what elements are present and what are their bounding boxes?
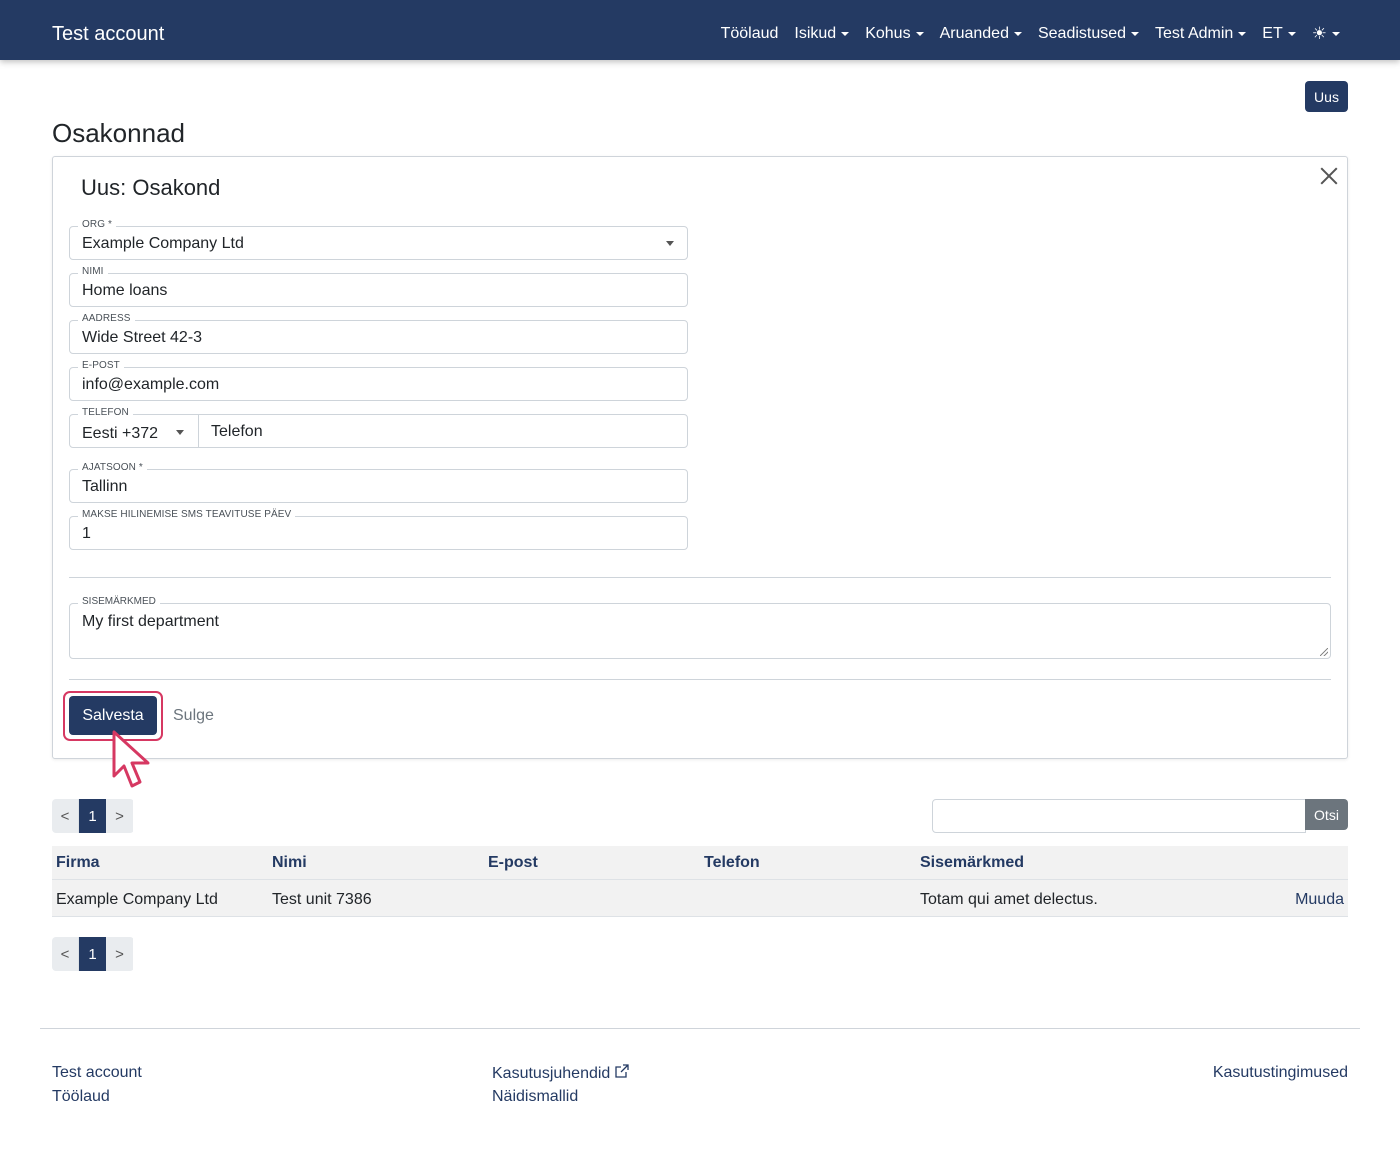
caret-down-icon <box>176 430 184 435</box>
address-field[interactable]: AADRESS Wide Street 42-3 <box>69 313 688 354</box>
notes-label: SISEMÄRKMED <box>78 596 160 608</box>
timezone-value: Tallinn <box>82 478 128 495</box>
footer-link-terms[interactable]: Kasutustingimused <box>1213 1063 1348 1083</box>
column-header-epost[interactable]: E-post <box>488 854 538 872</box>
pagination-bottom: < 1 > <box>52 937 134 971</box>
page-1-button[interactable]: 1 <box>79 799 106 833</box>
cell-firma: Example Company Ltd <box>56 891 218 908</box>
pagination-top: < 1 > <box>52 799 134 833</box>
table-row: Example Company Ltd Test unit 7386 Totam… <box>52 880 1348 917</box>
main-nav: Töölaud Isikud Kohus Aruanded Seadistuse… <box>721 24 1340 44</box>
email-field[interactable]: E-POST info@example.com <box>69 360 688 401</box>
sms-day-field[interactable]: MAKSE HILINEMISE SMS TEAVITUSE PÄEV 1 <box>69 509 688 550</box>
footer-link-manuals[interactable]: Kasutusjuhendid <box>492 1063 630 1084</box>
nav-item-theme[interactable]: ☀ <box>1312 25 1340 43</box>
edit-link[interactable]: Muuda <box>1295 891 1344 909</box>
email-value: info@example.com <box>82 376 220 393</box>
page-title: Osakonnad <box>52 118 185 148</box>
nav-item-aruanded[interactable]: Aruanded <box>940 24 1022 44</box>
nav-label: Seadistused <box>1037 25 1127 42</box>
column-header-telefon[interactable]: Telefon <box>704 854 760 872</box>
divider <box>198 415 199 447</box>
caret-down-icon <box>1013 32 1022 36</box>
brand-link[interactable]: Test account <box>52 22 164 46</box>
footer-link-account[interactable]: Test account <box>52 1063 142 1083</box>
mouse-pointer-icon <box>112 730 150 788</box>
timezone-label: AJATSOON * <box>78 462 147 474</box>
name-value: Home loans <box>82 282 168 299</box>
cell-sisemarkmed: Totam qui amet delectus. <box>920 891 1098 908</box>
close-icon[interactable] <box>1318 165 1340 187</box>
footer-link-label: Kasutusjuhendid <box>492 1065 611 1082</box>
table-header: Firma Nimi E-post Telefon Sisemärkmed <box>52 846 1348 880</box>
divider <box>69 679 1331 680</box>
name-label: NIMI <box>78 266 108 278</box>
timezone-field[interactable]: AJATSOON * Tallinn <box>69 462 688 503</box>
next-page-button[interactable]: > <box>106 937 133 971</box>
prev-page-button[interactable]: < <box>52 799 79 833</box>
page-1-button[interactable]: 1 <box>79 937 106 971</box>
org-value: Example Company Ltd <box>82 235 244 252</box>
nav-label: Test Admin <box>1155 25 1234 42</box>
column-header-sisemarkmed[interactable]: Sisemärkmed <box>920 854 1024 872</box>
nav-label: Töölaud <box>720 25 779 42</box>
phone-country-select[interactable]: Eesti +372 <box>82 425 158 443</box>
caret-down-icon <box>666 241 674 246</box>
footer-link-dashboard[interactable]: Töölaud <box>52 1087 110 1107</box>
address-label: AADRESS <box>78 313 135 325</box>
email-label: E-POST <box>78 360 124 372</box>
caret-down-icon <box>1287 32 1296 36</box>
sms-day-label: MAKSE HILINEMISE SMS TEAVITUSE PÄEV <box>78 509 296 521</box>
caret-down-icon <box>915 32 924 36</box>
caret-down-icon <box>1131 32 1140 36</box>
notes-value: My first department <box>82 613 219 630</box>
cell-nimi: Test unit 7386 <box>272 891 372 908</box>
external-link-icon <box>615 1064 629 1078</box>
address-value: Wide Street 42-3 <box>82 329 203 346</box>
org-select[interactable]: ORG * Example Company Ltd <box>69 219 688 260</box>
notes-textarea[interactable]: SISEMÄRKMED My first department <box>69 596 1331 659</box>
nav-item-language[interactable]: ET <box>1262 24 1296 44</box>
caret-down-icon <box>1332 32 1340 36</box>
nav-item-toolaud[interactable]: Töölaud <box>721 24 779 44</box>
sun-icon: ☀ <box>1311 24 1327 43</box>
close-button[interactable]: Sulge <box>173 706 214 726</box>
caret-down-icon <box>1238 32 1247 36</box>
column-header-nimi[interactable]: Nimi <box>272 854 307 872</box>
footer-divider <box>40 1028 1360 1029</box>
search-input[interactable] <box>932 799 1306 833</box>
phone-label: TELEFON <box>78 407 133 419</box>
sms-day-value: 1 <box>82 525 91 542</box>
divider <box>69 577 1331 578</box>
search-button[interactable]: Otsi <box>1305 799 1348 830</box>
next-page-button[interactable]: > <box>106 799 133 833</box>
nav-item-kohus[interactable]: Kohus <box>865 24 924 44</box>
nav-label: ET <box>1262 25 1283 42</box>
column-header-firma[interactable]: Firma <box>56 854 100 872</box>
nav-item-seadistused[interactable]: Seadistused <box>1037 24 1140 44</box>
form-title: Uus: Osakond <box>81 175 221 200</box>
nav-item-isikud[interactable]: Isikud <box>794 24 850 44</box>
prev-page-button[interactable]: < <box>52 937 79 971</box>
name-field[interactable]: NIMI Home loans <box>69 266 688 307</box>
caret-down-icon <box>841 32 850 36</box>
nav-label: Aruanded <box>939 25 1009 42</box>
phone-group: TELEFON Eesti +372 Telefon <box>69 407 688 448</box>
new-department-form: Uus: Osakond ORG * Example Company Ltd N… <box>52 156 1348 759</box>
resize-handle-icon[interactable] <box>1320 648 1328 656</box>
footer-link-templates[interactable]: Näidismallid <box>492 1087 578 1107</box>
org-label: ORG * <box>78 219 116 231</box>
nav-label: Kohus <box>865 25 911 42</box>
phone-input[interactable]: Telefon <box>211 423 263 441</box>
new-button[interactable]: Uus <box>1305 81 1348 112</box>
nav-label: Isikud <box>794 25 837 42</box>
nav-item-user-menu[interactable]: Test Admin <box>1155 24 1247 44</box>
top-navbar: Test account Töölaud Isikud Kohus Aruand… <box>0 0 1400 60</box>
